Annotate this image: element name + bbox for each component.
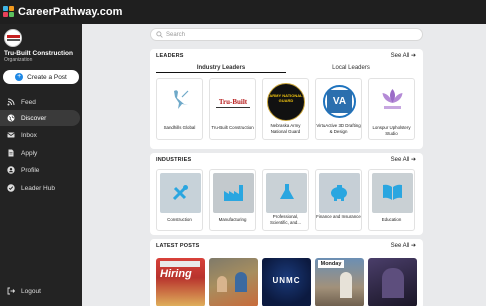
leader-name: Tru-Built Construction bbox=[211, 125, 254, 130]
user-icon bbox=[7, 166, 15, 174]
feed-icon bbox=[7, 98, 15, 106]
tab-local-leaders[interactable]: Local Leaders bbox=[286, 64, 416, 73]
search-input[interactable]: Search bbox=[150, 28, 423, 41]
post-text: Monday bbox=[318, 260, 344, 268]
create-post-label: Create a Post bbox=[27, 73, 67, 81]
industry-name: Education bbox=[381, 217, 402, 222]
flask-icon bbox=[280, 184, 294, 199]
emblem-text: ARMY NATIONAL GUARD bbox=[269, 93, 303, 103]
sidebar-item-label: Discover bbox=[21, 114, 47, 122]
company-logo-text: Tru-Built bbox=[218, 98, 248, 106]
sidebar-item-label: Inbox bbox=[21, 131, 37, 139]
post-text: UNMC bbox=[272, 276, 301, 285]
tools-icon bbox=[172, 185, 188, 201]
industry-name: Finance and Insurance bbox=[316, 214, 361, 219]
sidebar-item-feed[interactable]: Feed bbox=[0, 94, 82, 110]
brand-name[interactable]: CareerPathway.com bbox=[18, 6, 122, 18]
industry-card[interactable]: Education bbox=[368, 169, 415, 231]
mail-icon bbox=[7, 132, 15, 138]
industries-title: INDUSTRIES bbox=[156, 157, 192, 163]
post-thumbnail[interactable]: Hiring bbox=[156, 258, 205, 306]
sidebar-item-label: Feed bbox=[21, 98, 36, 106]
search-icon bbox=[156, 31, 163, 38]
globe-icon bbox=[7, 114, 15, 122]
post-text: Hiring bbox=[160, 268, 192, 280]
sidebar-item-inbox[interactable]: Inbox bbox=[0, 127, 82, 143]
org-name[interactable]: Tru-Built Construction bbox=[4, 50, 73, 57]
post-thumbnail[interactable] bbox=[368, 258, 417, 306]
logout-button[interactable]: Logout bbox=[7, 287, 41, 295]
leader-name: Sandhills Global bbox=[163, 125, 196, 130]
post-thumbnail[interactable] bbox=[209, 258, 258, 306]
sidebar-item-label: Profile bbox=[21, 166, 40, 174]
plus-icon: + bbox=[15, 73, 24, 81]
leader-card[interactable]: VA VirtuActive 3D Drafting & Design bbox=[315, 78, 362, 140]
sidebar: Tru-Built Construction Organization + Cr… bbox=[0, 24, 82, 306]
leader-name: Lonspur Upholstery Studio bbox=[372, 125, 411, 136]
search-placeholder: Search bbox=[166, 31, 186, 38]
leaders-see-all-link[interactable]: See All ➔ bbox=[391, 52, 416, 59]
document-icon bbox=[8, 149, 14, 157]
sidebar-item-profile[interactable]: Profile bbox=[0, 162, 82, 178]
industry-name: Manufacturing bbox=[218, 217, 247, 222]
sidebar-item-label: Apply bbox=[21, 149, 38, 157]
industry-card[interactable]: Professional, Scientific, and... bbox=[262, 169, 309, 231]
industries-panel: INDUSTRIES See All ➔ Construction Manufa… bbox=[150, 153, 423, 235]
leaders-title: LEADERS bbox=[156, 53, 184, 59]
post-thumbnail[interactable]: UNMC bbox=[262, 258, 311, 306]
check-badge-icon bbox=[7, 184, 15, 192]
sidebar-item-discover[interactable]: Discover bbox=[0, 110, 80, 126]
piggy-bank-icon bbox=[331, 185, 347, 201]
industry-card[interactable]: Finance and Insurance bbox=[315, 169, 362, 231]
va-logo-text: VA bbox=[327, 90, 352, 113]
post-thumbnail[interactable]: Monday bbox=[315, 258, 364, 306]
sidebar-item-apply[interactable]: Apply bbox=[0, 145, 82, 161]
industries-see-all-link[interactable]: See All ➔ bbox=[391, 156, 416, 163]
industry-card[interactable]: Construction bbox=[156, 169, 203, 231]
leaders-panel: LEADERS See All ➔ Industry Leaders Local… bbox=[150, 49, 423, 149]
latest-posts-title: LATEST POSTS bbox=[156, 243, 200, 249]
industry-card[interactable]: Manufacturing bbox=[209, 169, 256, 231]
sidebar-item-label: Leader Hub bbox=[21, 184, 55, 192]
create-post-button[interactable]: + Create a Post bbox=[3, 70, 79, 84]
org-type: Organization bbox=[4, 57, 33, 63]
leader-name: Nebraska Army National Guard bbox=[270, 123, 301, 134]
sidebar-item-leader-hub[interactable]: Leader Hub bbox=[0, 180, 82, 196]
industry-name: Professional, Scientific, and... bbox=[270, 214, 301, 225]
leader-card[interactable]: Sandhills Global bbox=[156, 78, 203, 140]
leader-name: VirtuActive 3D Drafting & Design bbox=[316, 123, 361, 134]
tab-industry-leaders[interactable]: Industry Leaders bbox=[156, 64, 286, 73]
industry-name: Construction bbox=[167, 217, 192, 222]
logout-icon bbox=[7, 287, 15, 295]
logout-label: Logout bbox=[21, 287, 41, 295]
org-avatar[interactable] bbox=[4, 29, 22, 47]
leader-card[interactable]: ARMY NATIONAL GUARD Nebraska Army Nation… bbox=[262, 78, 309, 140]
leader-card[interactable]: Tru-Built Tru-Built Construction bbox=[209, 78, 256, 140]
leader-card[interactable]: Lonspur Upholstery Studio bbox=[368, 78, 415, 140]
lotus-logo-icon bbox=[382, 89, 403, 109]
heron-logo-icon bbox=[174, 90, 189, 109]
book-icon bbox=[383, 184, 402, 200]
logo-icon[interactable] bbox=[3, 6, 15, 18]
latest-posts-panel: LATEST POSTS See All ➔ Hiring UNMC Monda… bbox=[150, 239, 423, 306]
factory-icon bbox=[224, 185, 243, 201]
leaders-tabs: Industry Leaders Local Leaders bbox=[156, 64, 416, 73]
top-bar: CareerPathway.com bbox=[0, 0, 486, 24]
latest-posts-see-all-link[interactable]: See All ➔ bbox=[391, 242, 416, 249]
